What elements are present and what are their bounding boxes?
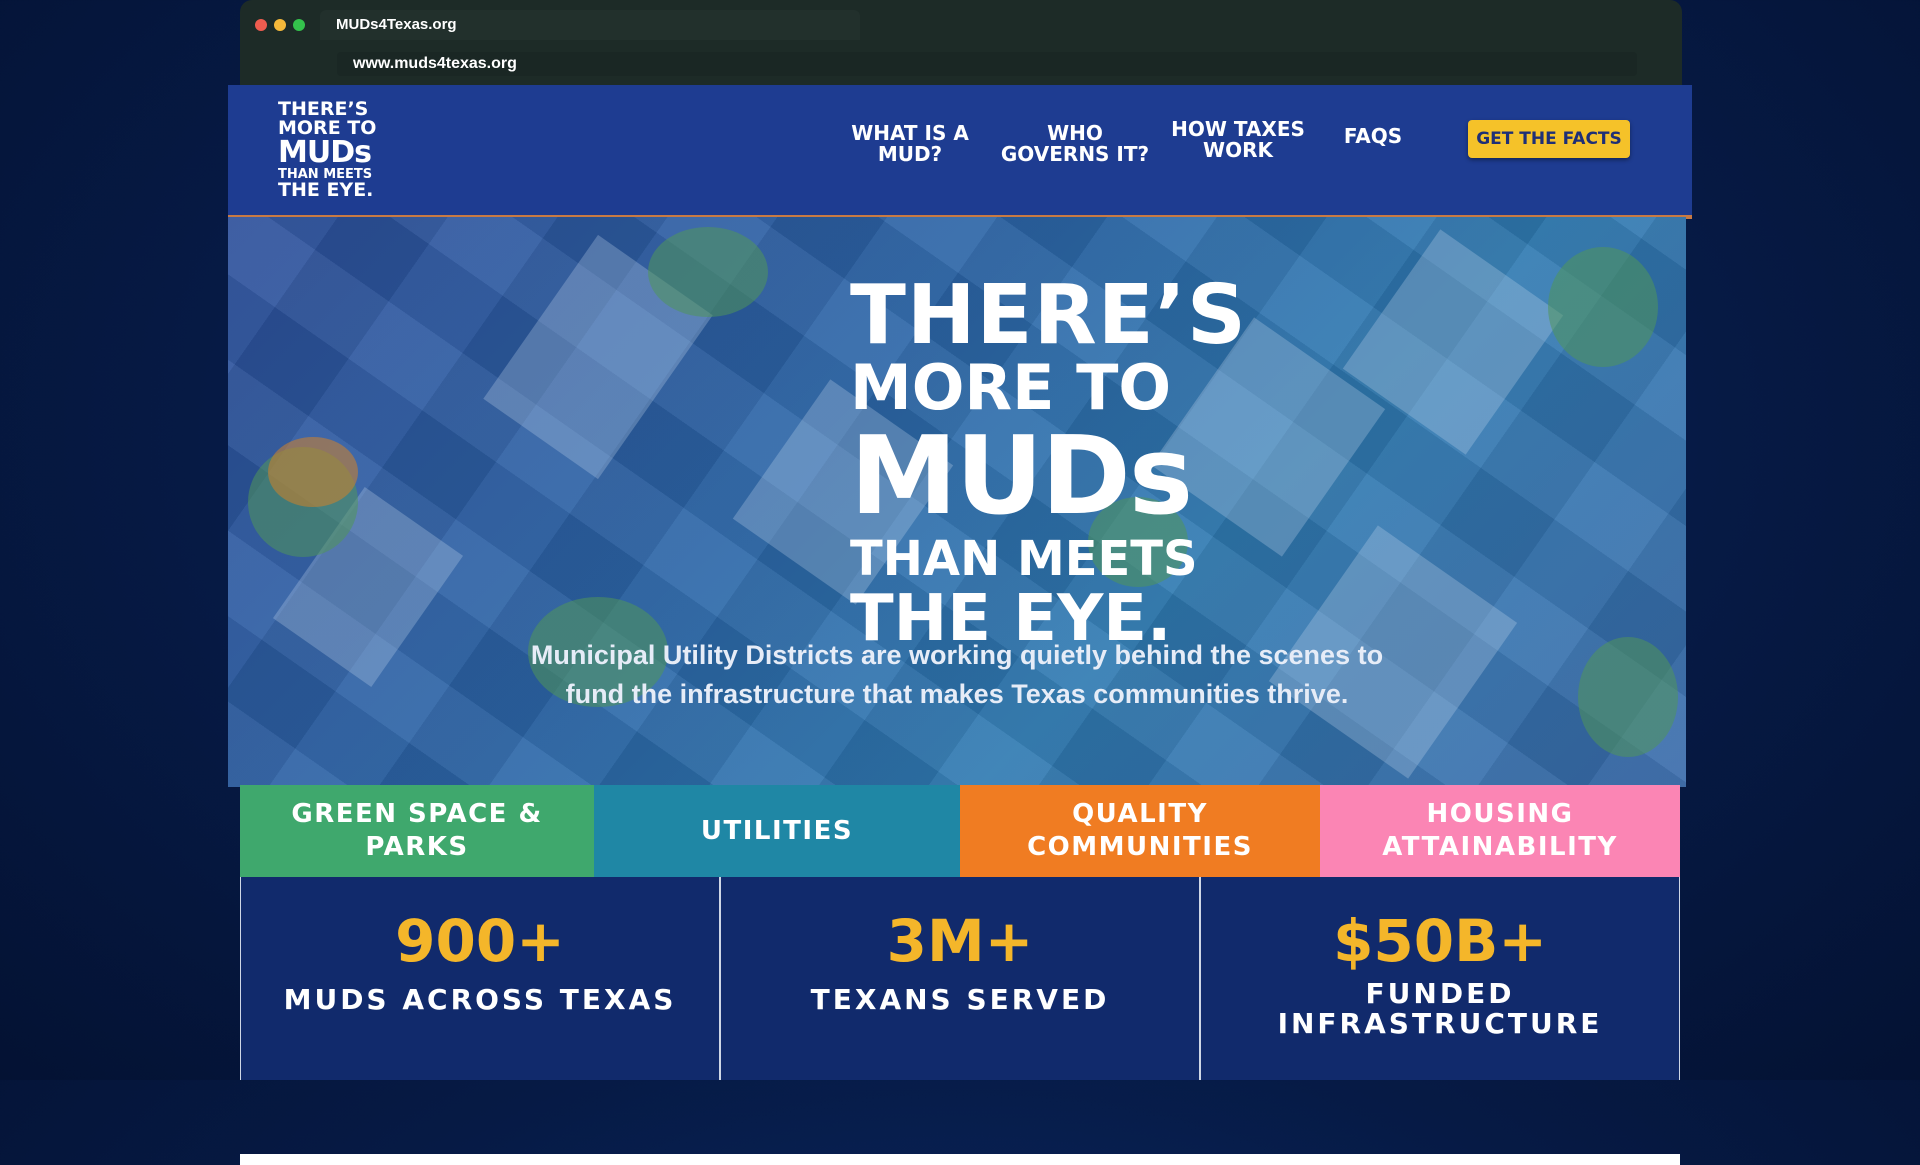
- hero-title: THERE’S MORE TO MUDs THAN MEETS THE EYE.: [850, 268, 1247, 652]
- category-bar: GREEN SPACE & PARKS UTILITIES QUALITY CO…: [240, 785, 1680, 877]
- hero-title-line-2: MORE TO: [850, 351, 1172, 424]
- stat-value: 900+: [395, 907, 565, 975]
- browser-window: MUDs4Texas.org www.muds4texas.org THERE’…: [228, 0, 1692, 1165]
- category-label-line2: ATTAINABILITY: [1382, 832, 1618, 862]
- nav-label-line1: WHO: [1047, 121, 1103, 145]
- category-quality-communities[interactable]: QUALITY COMMUNITIES: [960, 785, 1320, 877]
- browser-chrome: MUDs4Texas.org www.muds4texas.org: [240, 0, 1682, 88]
- category-label-line1: QUALITY: [1072, 799, 1208, 829]
- minimize-window-button[interactable]: [274, 19, 286, 31]
- category-label: UTILITIES: [700, 815, 854, 846]
- window-controls: [255, 19, 305, 31]
- browser-tab[interactable]: MUDs4Texas.org: [320, 10, 860, 40]
- nav-who-governs-it[interactable]: WHO GOVERNS IT?: [1000, 123, 1150, 165]
- aerial-tree: [648, 227, 768, 317]
- close-window-button[interactable]: [255, 19, 267, 31]
- stat-label: MUDS ACROSS TEXAS: [283, 983, 677, 1016]
- hero-subtitle-line-2: fund the infrastructure that makes Texas…: [565, 679, 1349, 709]
- hero-section: THERE’S MORE TO MUDs THAN MEETS THE EYE.…: [228, 217, 1686, 787]
- hero-title-line-4: THAN MEETS: [850, 531, 1198, 587]
- nav-label-line1: FAQS: [1343, 124, 1403, 148]
- stat-value: $50B+: [1333, 907, 1547, 975]
- stats-section: 900+ MUDS ACROSS TEXAS 3M+ TEXANS SERVED…: [240, 877, 1680, 1080]
- nav-label-line2: MUD?: [877, 142, 943, 166]
- logo-line-3: MUDs: [278, 135, 372, 170]
- category-utilities[interactable]: UTILITIES: [594, 785, 960, 877]
- hero-title-line-3: MUDs: [850, 414, 1193, 539]
- stat-muds-count: 900+ MUDS ACROSS TEXAS: [240, 877, 720, 1080]
- hero-subtitle-line-1: Municipal Utility Districts are working …: [530, 640, 1384, 670]
- stat-label: TEXANS SERVED: [810, 983, 1110, 1016]
- maximize-window-button[interactable]: [293, 19, 305, 31]
- stat-label-line1: FUNDED: [1365, 977, 1515, 1010]
- nav-faqs[interactable]: FAQS: [1333, 126, 1413, 147]
- category-housing-attainability[interactable]: HOUSING ATTAINABILITY: [1320, 785, 1680, 877]
- category-green-space-parks[interactable]: GREEN SPACE & PARKS: [240, 785, 594, 877]
- site-logo[interactable]: THERE’S MORE TO MUDs THAN MEETS THE EYE.: [278, 100, 376, 200]
- logo-line-5: THE EYE.: [278, 179, 374, 201]
- stat-value: 3M+: [886, 907, 1034, 975]
- hero-title-line-1: THERE’S: [850, 268, 1247, 363]
- nav-label-line1: HOW TAXES: [1171, 117, 1305, 141]
- category-label: GREEN SPACE & PARKS: [291, 799, 543, 862]
- website: THERE’S MORE TO MUDs THAN MEETS THE EYE.…: [228, 85, 1692, 1165]
- nav-label-line1: WHAT IS A: [851, 121, 969, 145]
- category-label-line2: COMMUNITIES: [1027, 832, 1253, 862]
- nav-label-line2: GOVERNS IT?: [1000, 142, 1150, 166]
- site-navbar: THERE’S MORE TO MUDs THAN MEETS THE EYE.…: [228, 85, 1692, 215]
- nav-how-taxes-work[interactable]: HOW TAXES WORK: [1168, 119, 1308, 161]
- stat-label-line2: INFRASTRUCTURE: [1277, 1007, 1603, 1040]
- nav-what-is-a-mud[interactable]: WHAT IS A MUD?: [840, 123, 980, 165]
- aerial-tree: [268, 437, 358, 507]
- aerial-tree: [1548, 247, 1658, 367]
- tab-title: MUDs4Texas.org: [336, 16, 457, 33]
- get-the-facts-button[interactable]: GET THE FACTS: [1468, 120, 1630, 158]
- next-section-edge: [240, 1154, 1680, 1165]
- nav-label-line2: WORK: [1203, 138, 1273, 162]
- stat-funded-infrastructure: $50B+ FUNDED INFRASTRUCTURE: [1200, 877, 1680, 1080]
- stat-texans-served: 3M+ TEXANS SERVED: [720, 877, 1200, 1080]
- aerial-tree: [1578, 637, 1678, 757]
- address-bar[interactable]: www.muds4texas.org: [337, 52, 1637, 76]
- category-label-line1: HOUSING: [1426, 799, 1574, 829]
- url-text: www.muds4texas.org: [353, 55, 517, 72]
- hero-subtitle: Municipal Utility Districts are working …: [428, 636, 1486, 714]
